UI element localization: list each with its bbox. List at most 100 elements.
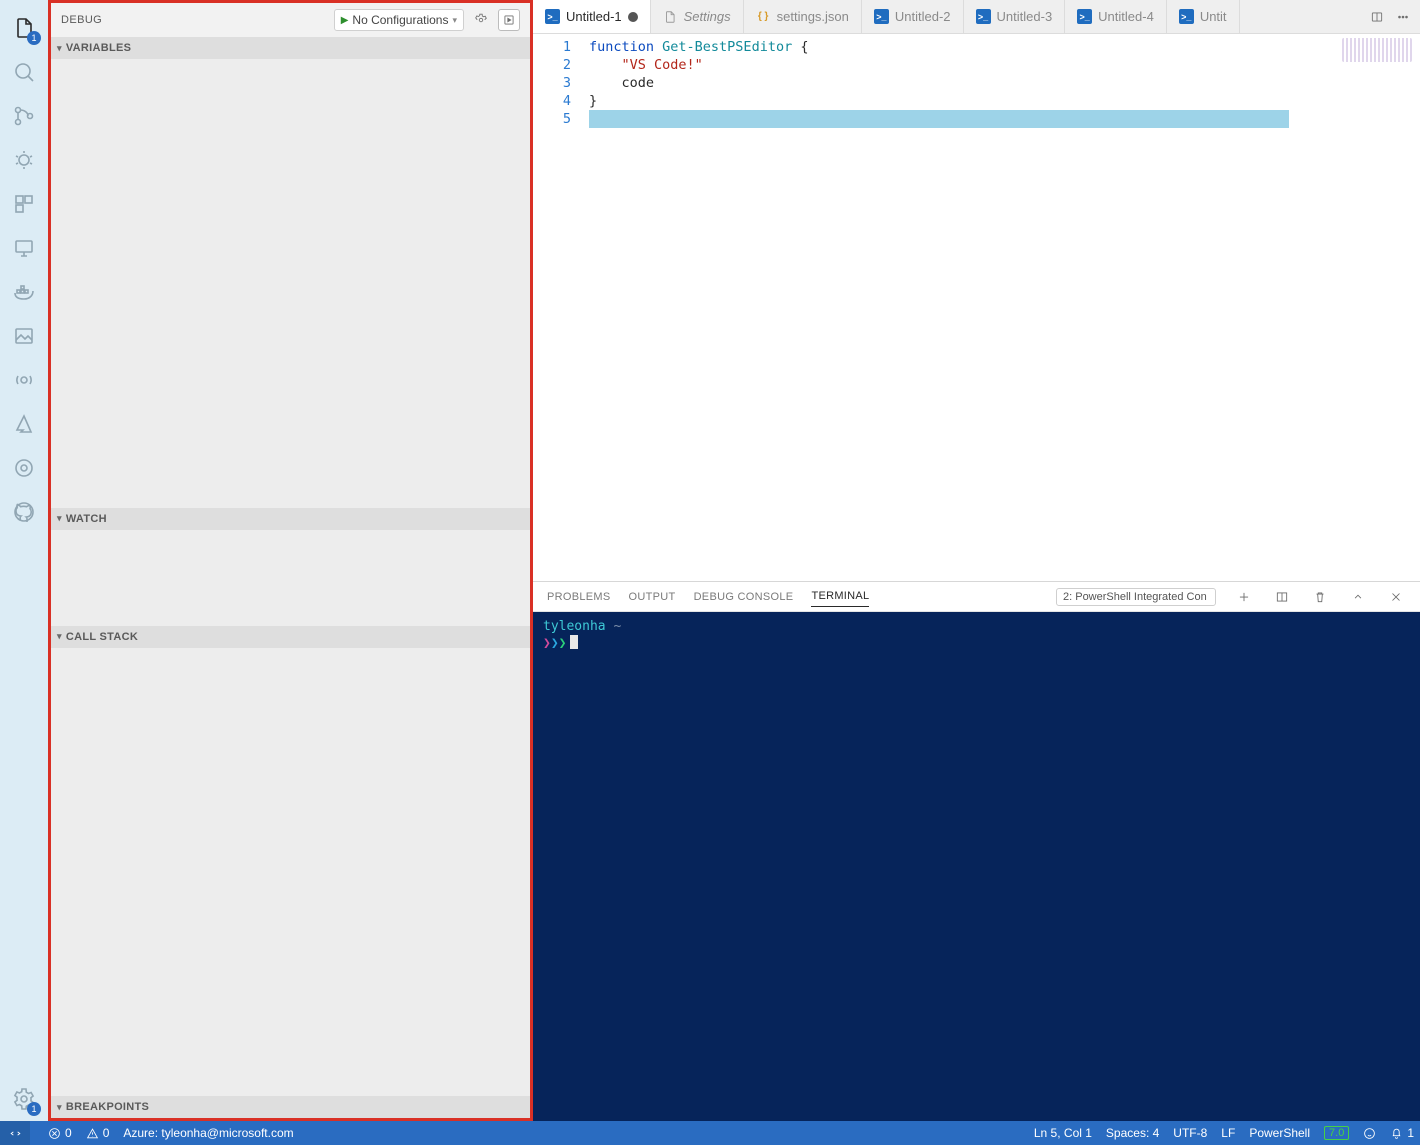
breakpoints-section: ▾BREAKPOINTS — [51, 1096, 530, 1118]
tab-label: Untit — [1200, 9, 1227, 24]
split-terminal-icon[interactable] — [1272, 587, 1292, 607]
json-file-icon: { } — [756, 9, 771, 24]
kill-terminal-icon[interactable] — [1310, 587, 1330, 607]
terminal-select[interactable]: 2: PowerShell Integrated Con — [1056, 588, 1216, 606]
settings-gear-icon[interactable]: 1 — [0, 1077, 48, 1121]
tab-settings[interactable]: Settings — [651, 0, 744, 33]
live-icon[interactable] — [0, 358, 48, 402]
chevron-down-icon: ▾ — [452, 15, 457, 26]
config-label: No Configurations — [352, 13, 448, 27]
tab-label: Settings — [684, 9, 731, 24]
explorer-icon[interactable]: 1 — [0, 6, 48, 50]
new-terminal-icon[interactable] — [1234, 587, 1254, 607]
tab-label: Untitled-3 — [997, 9, 1053, 24]
tab-label: Untitled-1 — [566, 9, 622, 24]
powershell-file-icon: >_ — [874, 9, 889, 24]
tab-untitled-2[interactable]: >_Untitled-2 — [862, 0, 964, 33]
tab-label: Untitled-4 — [1098, 9, 1154, 24]
panel: PROBLEMS OUTPUT DEBUG CONSOLE TERMINAL 2… — [533, 581, 1420, 1121]
watch-section: ▾WATCH — [51, 508, 530, 626]
extensions-icon[interactable] — [0, 182, 48, 226]
chevron-down-icon: ▾ — [57, 513, 62, 524]
source-control-icon[interactable] — [0, 94, 48, 138]
debug-config-select[interactable]: ▶ No Configurations ▾ — [334, 9, 464, 31]
activity-bar: 1 1 — [0, 0, 48, 1121]
docker-icon[interactable] — [0, 270, 48, 314]
sidebar-title: DEBUG — [61, 14, 328, 26]
play-icon: ▶ — [341, 15, 349, 26]
powershell-file-icon: >_ — [1179, 9, 1194, 24]
status-errors[interactable]: 0 — [48, 1126, 72, 1140]
powershell-file-icon: >_ — [545, 9, 560, 24]
status-psversion[interactable]: 7.0 — [1324, 1126, 1349, 1140]
line-number: 4 — [533, 92, 571, 110]
terminal-cwd: ~ — [613, 619, 621, 634]
status-warnings[interactable]: 0 — [86, 1126, 110, 1140]
status-eol[interactable]: LF — [1221, 1126, 1235, 1140]
status-bar: 0 0 Azure: tyleonha@microsoft.com Ln 5, … — [0, 1121, 1420, 1145]
remote-indicator[interactable] — [0, 1121, 30, 1145]
status-lncol[interactable]: Ln 5, Col 1 — [1034, 1126, 1092, 1140]
debug-sidebar: DEBUG ▶ No Configurations ▾ ▾VARIABLES ▾… — [48, 0, 533, 1121]
code-content[interactable]: function Get-BestPSEditor { "VS Code!" c… — [589, 34, 1420, 581]
more-icon[interactable] — [1392, 6, 1414, 28]
variables-body — [51, 59, 530, 508]
callstack-section: ▾CALL STACK — [51, 626, 530, 1097]
status-bell-icon[interactable]: 1 — [1390, 1126, 1414, 1140]
line-number: 1 — [533, 38, 571, 56]
powershell-file-icon: >_ — [976, 9, 991, 24]
status-azure[interactable]: Azure: tyleonha@microsoft.com — [123, 1126, 293, 1140]
watch-header[interactable]: ▾WATCH — [51, 508, 530, 530]
panel-tabs: PROBLEMS OUTPUT DEBUG CONSOLE TERMINAL 2… — [533, 582, 1420, 612]
chevron-down-icon: ▾ — [57, 631, 62, 642]
terminal-cursor — [570, 635, 578, 649]
tab-debug-console[interactable]: DEBUG CONSOLE — [694, 587, 794, 607]
remote-icon[interactable] — [0, 226, 48, 270]
tab-untitled-4[interactable]: >_Untitled-4 — [1065, 0, 1167, 33]
tab-output[interactable]: OUTPUT — [629, 587, 676, 607]
line-number: 5 — [533, 110, 571, 128]
status-encoding[interactable]: UTF-8 — [1173, 1126, 1207, 1140]
tab-untit[interactable]: >_ Untit — [1167, 0, 1240, 33]
tab-untitled-3[interactable]: >_ Untitled-3 — [964, 0, 1066, 33]
editor-area: >_Untitled-1Settings{ }settings.json>_Un… — [533, 0, 1420, 1121]
image-icon[interactable] — [0, 314, 48, 358]
close-panel-icon[interactable] — [1386, 587, 1406, 607]
chevron-down-icon: ▾ — [57, 1102, 62, 1113]
target-icon[interactable] — [0, 446, 48, 490]
breakpoints-header[interactable]: ▾BREAKPOINTS — [51, 1096, 530, 1118]
tab-settings-json[interactable]: { } settings.json — [744, 0, 862, 33]
tab-label: settings.json — [777, 9, 849, 24]
watch-body — [51, 530, 530, 626]
tab-terminal[interactable]: TERMINAL — [811, 586, 869, 607]
status-language[interactable]: PowerShell — [1249, 1126, 1310, 1140]
tab-actions — [1360, 0, 1420, 33]
chevron-down-icon: ▾ — [57, 43, 62, 54]
line-number: 3 — [533, 74, 571, 92]
callstack-header[interactable]: ▾CALL STACK — [51, 626, 530, 648]
line-number: 2 — [533, 56, 571, 74]
status-spaces[interactable]: Spaces: 4 — [1106, 1126, 1159, 1140]
variables-header[interactable]: ▾VARIABLES — [51, 37, 530, 59]
settings-badge: 1 — [27, 1102, 41, 1116]
maximize-panel-icon[interactable] — [1348, 587, 1368, 607]
sidebar-header: DEBUG ▶ No Configurations ▾ — [51, 3, 530, 37]
minimap[interactable] — [1342, 38, 1412, 62]
github-icon[interactable] — [0, 490, 48, 534]
callstack-body — [51, 648, 530, 1097]
explorer-badge: 1 — [27, 31, 41, 45]
azure-icon[interactable] — [0, 402, 48, 446]
line-gutter: 12345 — [533, 34, 589, 581]
debug-icon[interactable] — [0, 138, 48, 182]
terminal-body[interactable]: tyleonha ~ ❯❯❯ — [533, 612, 1420, 1121]
file-icon — [663, 9, 678, 24]
tab-problems[interactable]: PROBLEMS — [547, 587, 611, 607]
split-editor-icon[interactable] — [1366, 6, 1388, 28]
gear-icon[interactable] — [470, 9, 492, 31]
debug-toggle-icon[interactable] — [498, 9, 520, 31]
editor-body[interactable]: 12345 function Get-BestPSEditor { "VS Co… — [533, 34, 1420, 581]
tab-untitled-1[interactable]: >_ Untitled-1 — [533, 0, 651, 33]
variables-section: ▾VARIABLES — [51, 37, 530, 508]
search-icon[interactable] — [0, 50, 48, 94]
status-feedback-icon[interactable] — [1363, 1127, 1376, 1140]
